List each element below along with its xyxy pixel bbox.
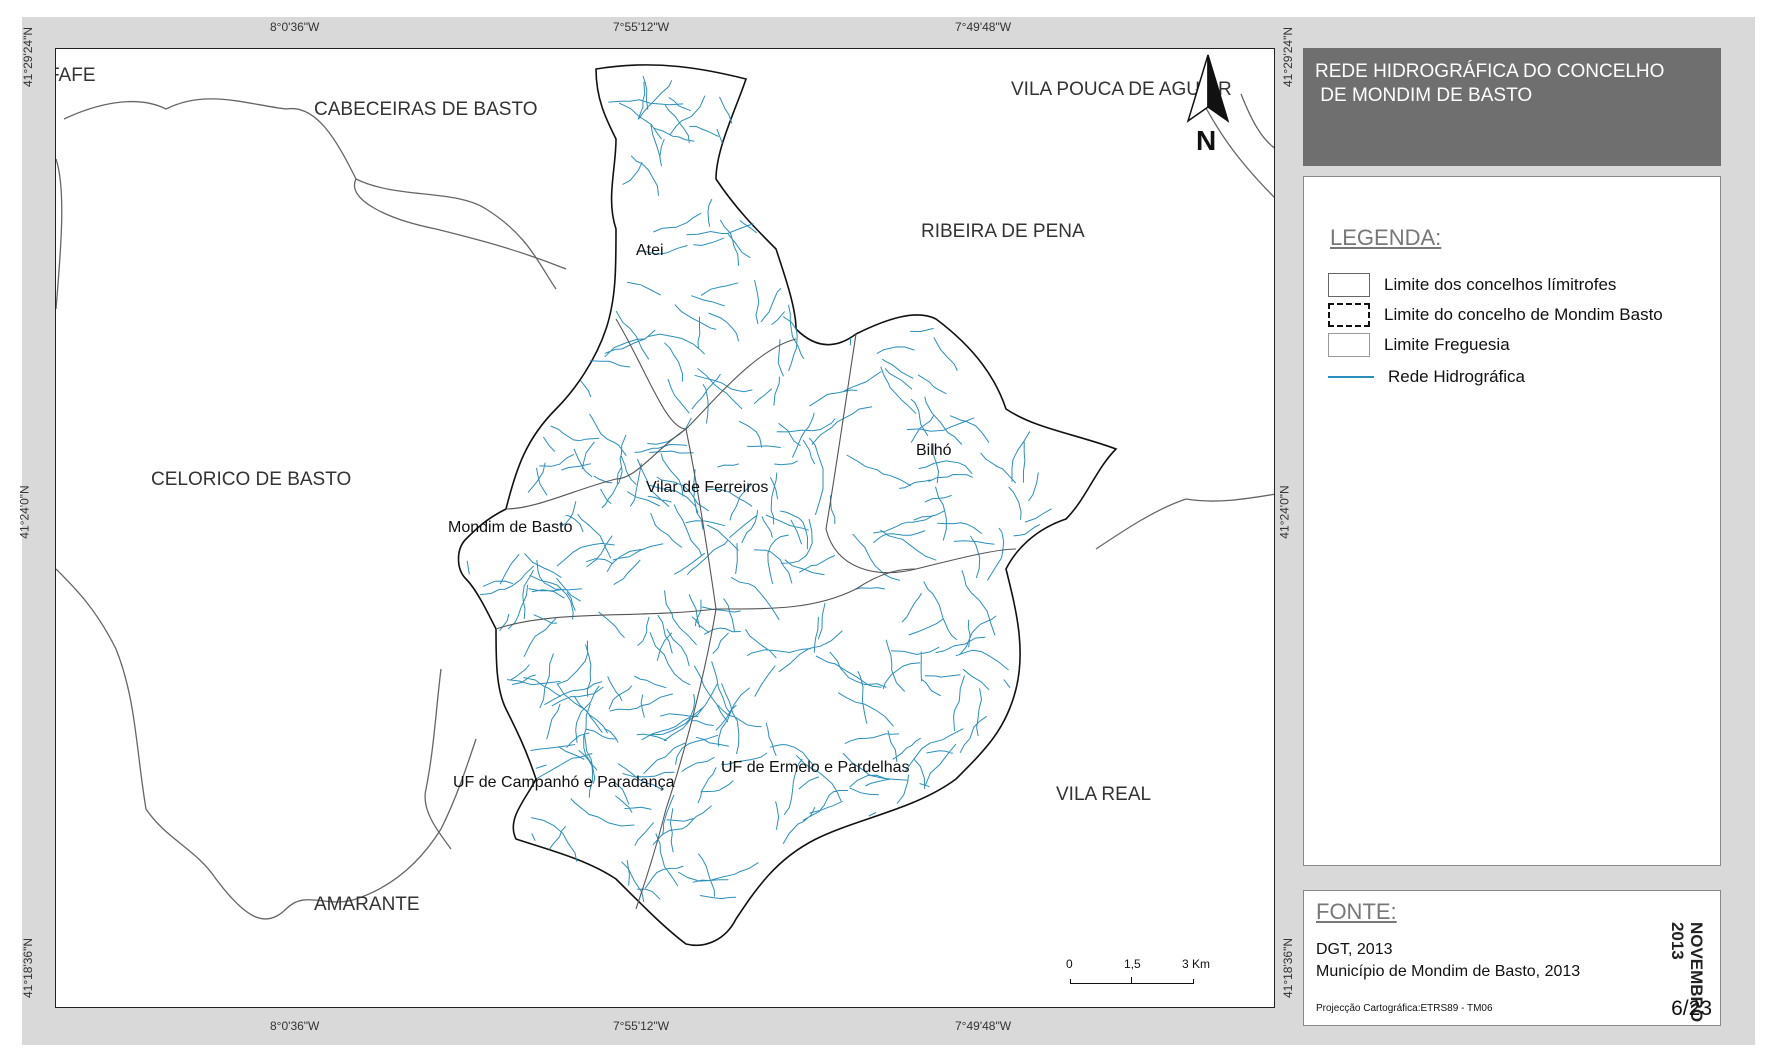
coord-top-3: 7°49'48"W (955, 20, 1012, 34)
legend-label: Rede Hidrográfica (1388, 367, 1526, 386)
scale-label-1: 1,5 (1124, 957, 1141, 971)
scale-line (1070, 979, 1194, 984)
map-title: REDE HIDROGRÁFICA DO CONCELHO DE MONDIM … (1303, 48, 1721, 166)
north-label: N (1196, 125, 1217, 156)
legend-symbol-solid-box (1328, 273, 1370, 297)
source-line-1: DGT, 2013 (1316, 941, 1393, 958)
label-celorico: CELORICO DE BASTO (151, 469, 352, 490)
label-amarante: AMARANTE (314, 894, 420, 915)
legend-symbol-thin-box (1328, 333, 1370, 357)
coord-bottom-2: 7°55'12"W (613, 1019, 670, 1033)
label-cabeceiras: CABECEIRAS DE BASTO (314, 99, 538, 120)
coord-right-1: 41°29'24"N (1281, 26, 1296, 88)
legend-title: LEGENDA: (1330, 225, 1442, 250)
north-arrow: N (1184, 51, 1232, 161)
coord-top-1: 8°0'36"W (270, 20, 320, 34)
projection-note: Projecção Cartográfica:ETRS89 - TM06 (1316, 1003, 1493, 1014)
coord-right-2: 41°24'0"N (1277, 485, 1292, 539)
legend: LEGENDA: Limite dos concelhos límitrofes… (1303, 176, 1721, 866)
map-canvas (56, 64, 1274, 946)
label-vila-real: VILA REAL (1056, 784, 1152, 805)
north-arrow-icon (1186, 54, 1230, 123)
coord-top-2: 7°55'12"W (613, 20, 670, 34)
label-fafe: FAFE (56, 65, 96, 86)
label-ribeira: RIBEIRA DE PENA (921, 221, 1085, 242)
scale-bar: 0 1,5 3 Km (1066, 957, 1216, 997)
scale-mid-tick (1131, 977, 1132, 983)
source-title: FONTE: (1316, 899, 1397, 924)
source-line-2: Município de Mondim de Basto, 2013 (1316, 963, 1581, 980)
coord-bottom-1: 8°0'36"W (270, 1019, 320, 1033)
coord-left-3: 41°18'36"N (21, 937, 36, 999)
legend-label: Limite do concelho de Mondim Basto (1384, 305, 1663, 324)
label-campanho: UF de Campanhó e Paradança (453, 774, 675, 791)
title-line-1: REDE HIDROGRÁFICA DO CONCELHO (1315, 61, 1665, 82)
coord-right-3: 41°18'36"N (1281, 937, 1296, 999)
coord-left-1: 41°29'24"N (21, 26, 36, 88)
legend-symbol-blue-line (1328, 376, 1374, 378)
scale-label-2: 3 Km (1182, 957, 1211, 971)
coord-left-2: 41°24'0"N (17, 485, 32, 539)
label-ermelo: UF de Ermelo e Pardelhas (721, 759, 910, 776)
legend-label: Limite Freguesia (1384, 335, 1510, 354)
legend-label: Limite dos concelhos límitrofes (1384, 275, 1617, 294)
label-vilar-ferreiros: Vilar de Ferreiros (646, 479, 769, 496)
coord-bottom-3: 7°49'48"W (955, 1019, 1012, 1033)
label-mondim: Mondim de Basto (448, 519, 573, 536)
page-number: 6/23 (1671, 997, 1712, 1020)
title-line-2: DE MONDIM DE BASTO (1315, 85, 1533, 106)
label-bilho: Bilhó (916, 442, 952, 459)
map-frame: FAFE CABECEIRAS DE BASTO VILA POUCA DE A… (55, 48, 1275, 1008)
legend-symbol-dashed-box (1328, 303, 1370, 327)
municipality-boundary (457, 64, 1118, 946)
scale-label-0: 0 (1066, 957, 1073, 971)
source-box: FONTE: DGT, 2013 Município de Mondim de … (1303, 890, 1721, 1026)
label-atei: Atei (636, 242, 664, 259)
